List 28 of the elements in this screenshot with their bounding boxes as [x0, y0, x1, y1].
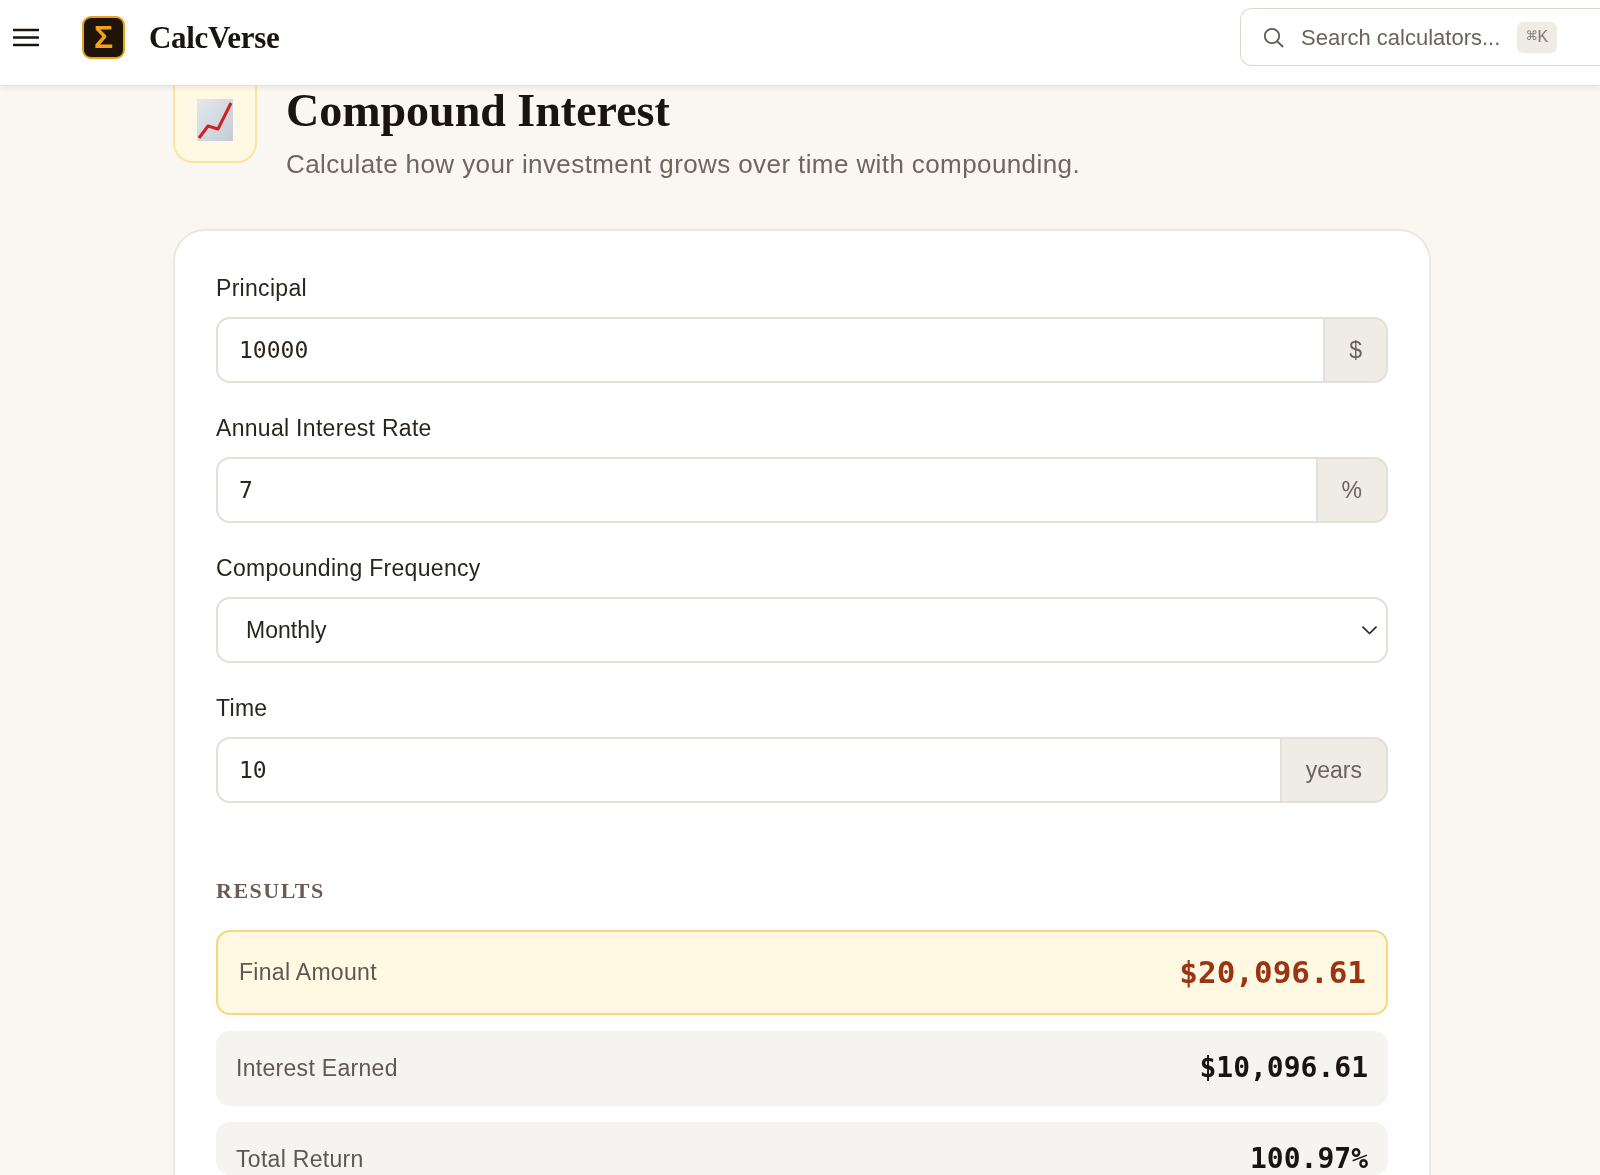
- field-label: Principal: [216, 274, 307, 302]
- chevron-down-icon: [1362, 625, 1377, 635]
- search-field[interactable]: Search calculators... ⌘K: [1240, 8, 1600, 66]
- number-input[interactable]: 7: [216, 457, 1316, 523]
- result-label: Total Return: [236, 1145, 364, 1173]
- result-label: Interest Earned: [236, 1054, 398, 1082]
- field-label: Time: [216, 694, 268, 722]
- shortcut-badge: ⌘K: [1517, 21, 1557, 53]
- unit-addon: %: [1315, 457, 1388, 523]
- menu-icon[interactable]: [13, 27, 39, 47]
- search-icon: [1263, 26, 1284, 48]
- page-subtitle: Calculate how your investment grows over time with compounding.: [286, 151, 1080, 177]
- result-value: $10,096.61: [1199, 1054, 1368, 1082]
- result-label: Final Amount: [239, 958, 377, 987]
- field-label: Compounding Frequency: [216, 554, 481, 582]
- line-chart-icon: [197, 99, 233, 141]
- number-input[interactable]: 10000: [216, 317, 1324, 383]
- unit-addon: $: [1323, 317, 1388, 383]
- result-value: $20,096.61: [1179, 955, 1366, 989]
- results-heading: RESULTS: [216, 877, 325, 905]
- field-label: Annual Interest Rate: [216, 414, 432, 442]
- logo-mark[interactable]: Σ: [82, 15, 125, 59]
- brand-name[interactable]: CalcVerse: [149, 21, 280, 53]
- frequency-select[interactable]: Monthly: [216, 597, 1388, 663]
- unit-addon: years: [1279, 737, 1388, 803]
- number-input[interactable]: 10: [216, 737, 1280, 803]
- page-title: Compound Interest: [286, 88, 670, 134]
- result-value: 100.97%: [1250, 1145, 1368, 1173]
